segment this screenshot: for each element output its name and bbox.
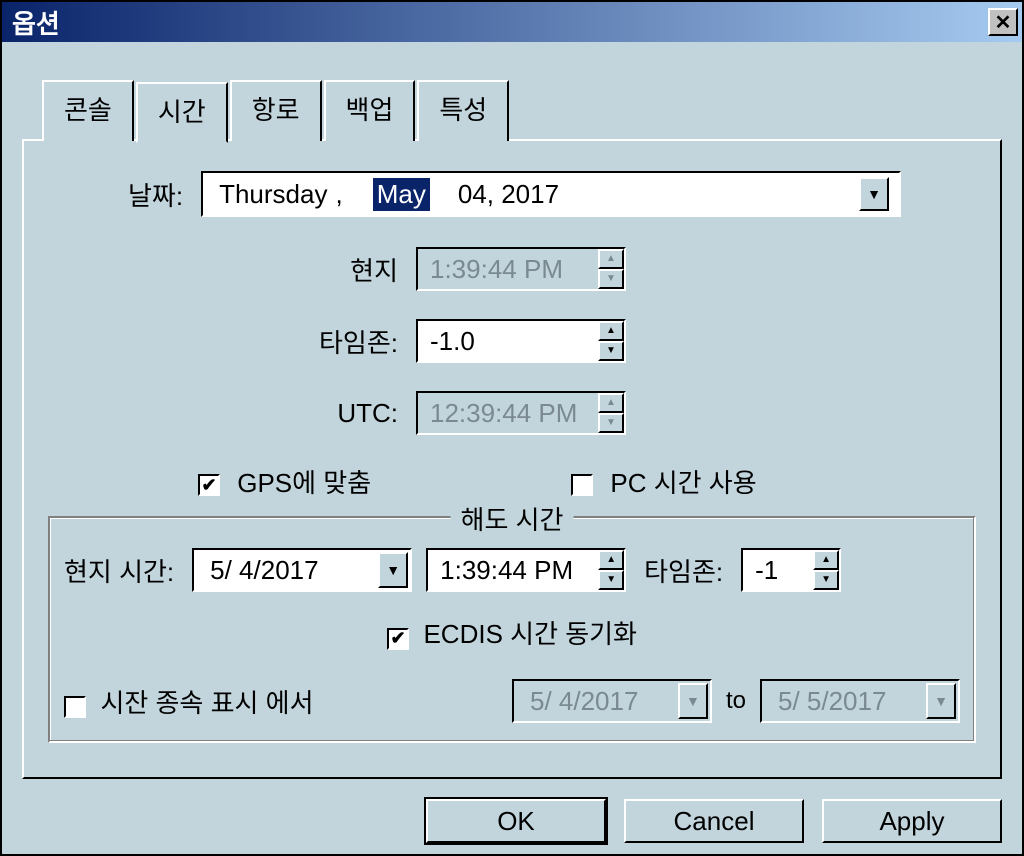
date-day-year: 04, 2017: [458, 179, 559, 210]
date-label: 날짜:: [128, 176, 183, 213]
local-time-spinner: 1:39:44 PM ▲ ▼: [416, 247, 626, 291]
time-rows: 현지 1:39:44 PM ▲ ▼ 타임존: -1.0 ▲: [258, 247, 976, 435]
tab-panel-time: 날짜: Thursday , May 04, 2017 ▼ 현지 1:39:44…: [22, 139, 1002, 779]
chevron-down-icon: ▼: [686, 693, 700, 709]
time-dep-from-value: 5/ 4/2017: [530, 686, 638, 717]
chart-time-legend: 해도 시간: [451, 500, 574, 537]
tab-bar: 콘솔 시간 항로 백업 특성: [42, 80, 1002, 141]
ecdis-sync-checkbox[interactable]: ✔: [387, 628, 409, 650]
time-dep-to-dropdown: ▼: [926, 683, 956, 719]
date-dropdown-button[interactable]: ▼: [859, 177, 889, 211]
titlebar: 옵션 ✕: [2, 2, 1022, 42]
tab-route[interactable]: 항로: [230, 80, 322, 141]
pc-time-label: PC 시간 사용: [610, 468, 756, 498]
options-dialog: 옵션 ✕ 콘솔 시간 항로 백업 특성 날짜: Thursday , May 0…: [0, 0, 1024, 856]
timezone-label: 타임존:: [258, 323, 398, 360]
chart-local-time-value: 1:39:44 PM: [440, 555, 594, 586]
date-picker[interactable]: Thursday , May 04, 2017 ▼: [201, 171, 901, 217]
chart-tz-label: 타임존:: [644, 552, 723, 589]
time-dep-from-combo: 5/ 4/2017 ▼: [512, 679, 712, 723]
time-dep-to-value: 5/ 5/2017: [778, 686, 886, 717]
timezone-spin-buttons: ▲ ▼: [598, 321, 624, 361]
ok-button[interactable]: OK: [426, 799, 606, 843]
spin-up-icon[interactable]: ▲: [598, 321, 624, 341]
gps-sync-option[interactable]: ✔ GPS에 맞춤: [198, 463, 371, 500]
time-dep-to-word: to: [726, 687, 746, 715]
chart-local-date-value: 5/ 4/2017: [210, 555, 318, 586]
ecdis-sync-option[interactable]: ✔ ECDIS 시간 동기화: [387, 614, 637, 651]
spin-down-icon[interactable]: ▼: [813, 570, 839, 590]
chart-time-group: 해도 시간 현지 시간: 5/ 4/2017 ▼ 1:39:44 PM ▲ ▼: [48, 516, 976, 743]
tab-backup[interactable]: 백업: [324, 80, 416, 141]
timezone-value: -1.0: [430, 326, 594, 357]
date-weekday: Thursday: [219, 179, 327, 210]
apply-button[interactable]: Apply: [822, 799, 1002, 843]
spin-down-icon: ▼: [598, 269, 624, 289]
time-dep-label: 시잔 종속 표시 에서: [100, 688, 313, 718]
chart-local-label: 현지 시간:: [64, 552, 174, 589]
spin-down-icon[interactable]: ▼: [598, 570, 624, 590]
content-area: 콘솔 시간 항로 백업 특성 날짜: Thursday , May 04, 20…: [2, 42, 1022, 854]
chart-local-time-spinner[interactable]: 1:39:44 PM ▲ ▼: [426, 548, 626, 592]
spin-up-icon: ▲: [598, 393, 624, 413]
cancel-button[interactable]: Cancel: [624, 799, 804, 843]
local-time-value: 1:39:44 PM: [430, 254, 594, 285]
chart-tz-value: -1: [755, 555, 809, 586]
spin-down-icon[interactable]: ▼: [598, 341, 624, 361]
chart-tz-spin-buttons: ▲ ▼: [813, 550, 839, 590]
gps-sync-checkbox[interactable]: ✔: [198, 474, 220, 496]
chevron-down-icon: ▼: [934, 693, 948, 709]
tab-time[interactable]: 시간: [136, 82, 228, 143]
close-icon: ✕: [995, 10, 1012, 35]
chevron-down-icon: ▼: [386, 562, 400, 578]
utc-value: 12:39:44 PM: [430, 398, 594, 429]
time-dep-option[interactable]: 시잔 종속 표시 에서: [64, 683, 313, 720]
time-dep-from-dropdown: ▼: [678, 683, 708, 719]
pc-time-checkbox[interactable]: [571, 474, 593, 496]
ecdis-sync-label: ECDIS 시간 동기화: [423, 619, 637, 649]
utc-label: UTC:: [258, 398, 398, 429]
tab-property[interactable]: 특성: [417, 80, 509, 141]
chart-local-date-combo[interactable]: 5/ 4/2017 ▼: [192, 548, 412, 592]
time-dep-checkbox[interactable]: [64, 696, 86, 718]
utc-spinner: 12:39:44 PM ▲ ▼: [416, 391, 626, 435]
dialog-buttons: OK Cancel Apply: [22, 799, 1002, 843]
timezone-spinner[interactable]: -1.0 ▲ ▼: [416, 319, 626, 363]
chevron-down-icon: ▼: [867, 186, 881, 202]
spin-up-icon[interactable]: ▲: [598, 550, 624, 570]
utc-spin-buttons: ▲ ▼: [598, 393, 624, 433]
local-time-label: 현지: [258, 251, 398, 288]
time-dep-to-combo: 5/ 5/2017 ▼: [760, 679, 960, 723]
spin-up-icon: ▲: [598, 249, 624, 269]
chart-tz-spinner[interactable]: -1 ▲ ▼: [741, 548, 841, 592]
chart-local-time-spin-buttons: ▲ ▼: [598, 550, 624, 590]
gps-sync-label: GPS에 맞춤: [237, 468, 371, 498]
local-time-spin-buttons: ▲ ▼: [598, 249, 624, 289]
date-month[interactable]: May: [373, 178, 430, 211]
tab-console[interactable]: 콘솔: [42, 80, 134, 141]
pc-time-option[interactable]: PC 시간 사용: [571, 463, 756, 500]
date-comma: ,: [335, 179, 342, 210]
spin-up-icon[interactable]: ▲: [813, 550, 839, 570]
close-button[interactable]: ✕: [988, 8, 1018, 36]
window-title: 옵션: [12, 4, 60, 41]
spin-down-icon: ▼: [598, 413, 624, 433]
chart-local-date-dropdown[interactable]: ▼: [378, 552, 408, 588]
